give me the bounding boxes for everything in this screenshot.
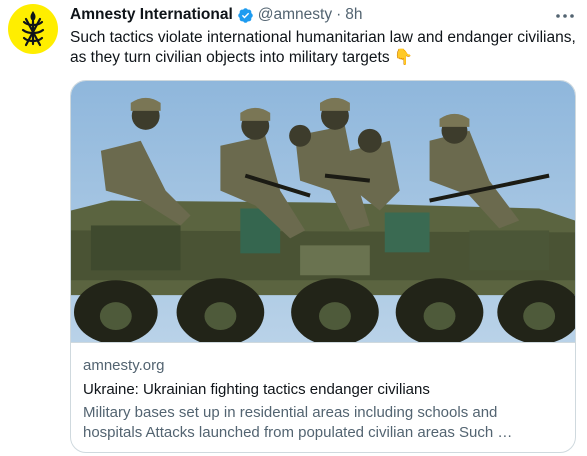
tweet[interactable]: Amnesty International @amnesty · 8h Such… bbox=[0, 0, 587, 456]
card-description: Military bases set up in residential are… bbox=[83, 404, 513, 441]
author-display-name[interactable]: Amnesty International bbox=[70, 5, 233, 25]
card-image[interactable] bbox=[71, 81, 575, 343]
card-domain: amnesty.org bbox=[83, 357, 165, 374]
tweet-header: Amnesty International @amnesty · 8h bbox=[70, 5, 363, 25]
author-handle[interactable]: @amnesty bbox=[258, 5, 332, 25]
card-title: Ukraine: Ukrainian fighting tactics enda… bbox=[83, 381, 430, 398]
tweet-timestamp[interactable]: 8h bbox=[345, 5, 362, 25]
header-separator: · bbox=[336, 6, 342, 23]
amnesty-candle-logo-icon bbox=[21, 11, 45, 47]
verified-badge-icon bbox=[237, 7, 254, 24]
more-options-button[interactable] bbox=[551, 4, 579, 28]
link-card[interactable]: amnesty.org Ukraine: Ukrainian fighting … bbox=[70, 80, 576, 453]
tweet-text: Such tactics violate international human… bbox=[70, 29, 576, 66]
avatar[interactable] bbox=[8, 4, 58, 54]
more-horizontal-icon bbox=[556, 14, 574, 18]
card-body[interactable]: amnesty.org Ukraine: Ukrainian fighting … bbox=[71, 343, 575, 443]
